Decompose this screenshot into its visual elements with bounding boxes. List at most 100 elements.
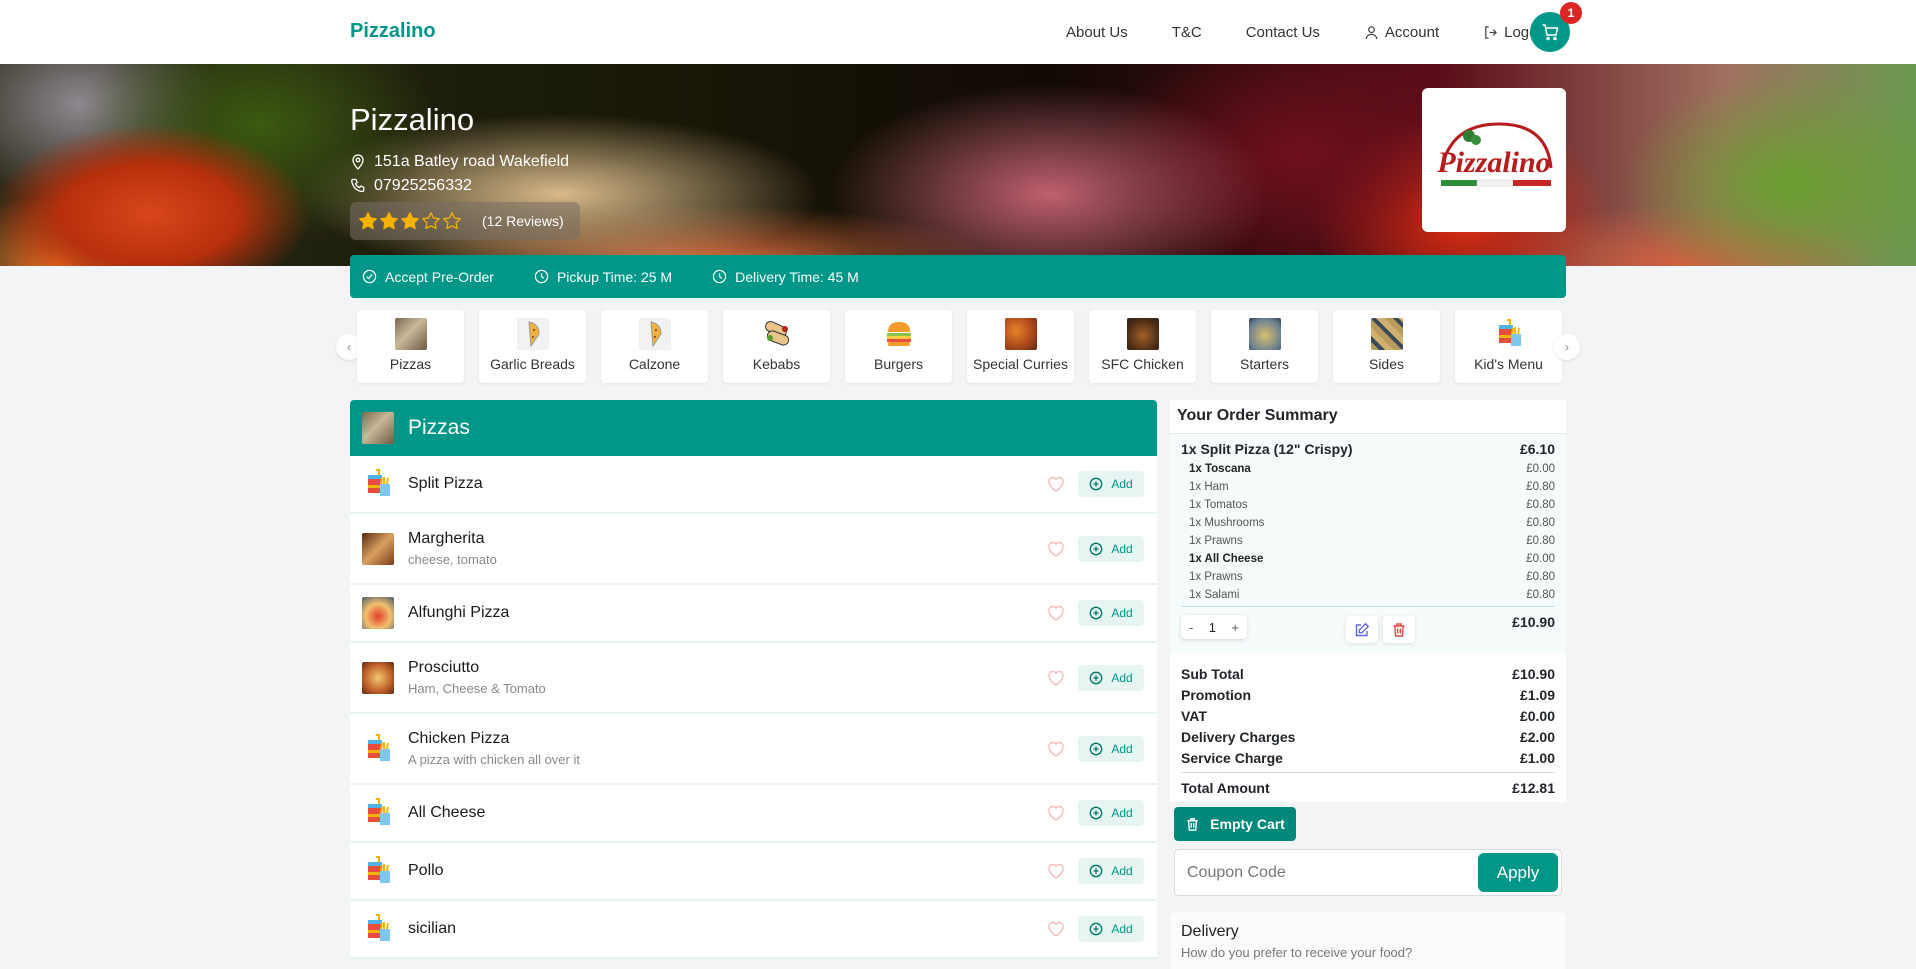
nav-account[interactable]: Account (1364, 24, 1439, 41)
total-row-vat: VAT £0.00 (1181, 705, 1555, 726)
category-garlic-breads[interactable]: Garlic Breads (479, 310, 586, 383)
add-to-cart-button[interactable]: Add (1078, 535, 1144, 562)
add-to-cart-button[interactable]: Add (1078, 916, 1144, 942)
menu-item-actions: Add (1046, 535, 1144, 562)
total-row-promotion: Promotion £1.09 (1181, 684, 1555, 705)
quantity-value: 1 (1208, 619, 1216, 635)
favorite-heart-icon[interactable] (1046, 603, 1066, 623)
category-pizzas[interactable]: Pizzas (357, 310, 464, 383)
user-icon (1365, 25, 1378, 39)
add-to-cart-button[interactable]: Add (1078, 600, 1144, 626)
category-calzone[interactable]: Calzone (601, 310, 708, 383)
delete-item-button[interactable] (1383, 616, 1415, 643)
option-price: £0.80 (1526, 517, 1555, 529)
category-sfc-chicken[interactable]: SFC Chicken (1089, 310, 1196, 383)
category-starters[interactable]: Starters (1211, 310, 1318, 383)
empty-cart-button[interactable]: Empty Cart (1174, 807, 1296, 841)
coupon-code-input[interactable] (1175, 863, 1475, 882)
menu-item[interactable]: Prosciutto Ham, Cheese & Tomato Add (350, 643, 1157, 714)
quantity-increase-button[interactable]: + (1231, 620, 1239, 635)
add-to-cart-button[interactable]: Add (1078, 800, 1144, 826)
cart-button[interactable]: 1 (1530, 2, 1582, 52)
total-row-sub-total: Sub Total £10.90 (1181, 663, 1555, 684)
add-to-cart-button[interactable]: Add (1078, 735, 1144, 762)
total-label: Total Amount (1181, 779, 1270, 796)
pre-order-label: Accept Pre-Order (385, 268, 494, 285)
category-label: Kid's Menu (1474, 356, 1543, 372)
category-special-curries[interactable]: Special Curries (967, 310, 1074, 383)
category-burgers[interactable]: Burgers (845, 310, 952, 383)
add-to-cart-button[interactable]: Add (1078, 664, 1144, 691)
reviews-count[interactable]: (12 Reviews) (482, 213, 564, 229)
menu-item-description: cheese, tomato (408, 552, 497, 567)
menu-item-actions: Add (1046, 800, 1144, 826)
kids-meal-icon (1493, 318, 1525, 350)
rating-box[interactable]: (12 Reviews) (350, 202, 580, 240)
cart-item-controls: - 1 + £10.90 (1181, 607, 1555, 647)
favorite-heart-icon[interactable] (1046, 919, 1066, 939)
nav-terms[interactable]: T&C (1172, 24, 1202, 41)
cart-item-header: 1x Split Pizza (12" Crispy) £6.10 (1181, 438, 1555, 460)
category-label: Garlic Breads (490, 356, 575, 372)
favorite-heart-icon[interactable] (1046, 668, 1066, 688)
star-rating (358, 211, 462, 231)
add-to-cart-button[interactable]: Add (1078, 471, 1144, 497)
cart-item-option: 1x Toscana £0.00 (1181, 460, 1555, 478)
total-value: £1.00 (1519, 749, 1555, 766)
favorite-heart-icon[interactable] (1046, 739, 1066, 759)
menu-item[interactable]: Split Pizza Add (350, 456, 1157, 514)
add-label: Add (1111, 864, 1133, 878)
category-kebabs[interactable]: Kebabs (723, 310, 830, 383)
favorite-heart-icon[interactable] (1046, 539, 1066, 559)
option-price: £0.80 (1526, 535, 1555, 547)
category-kid-s-menu[interactable]: Kid's Menu (1455, 310, 1562, 383)
menu-section: Pizzas Split Pizza Add Margherita cheese, t… (350, 400, 1157, 959)
option-label: 1x Ham (1189, 481, 1229, 493)
star-empty-icon (422, 212, 440, 230)
chevron-right-icon: › (1565, 340, 1569, 354)
menu-item[interactable]: Pollo Add (350, 843, 1157, 901)
menu-item[interactable]: Margherita cheese, tomato Add (350, 514, 1157, 585)
location-pin-icon (352, 154, 364, 170)
brand-logo-text[interactable]: Pizzalino (350, 20, 436, 43)
menu-item-thumbnail (362, 733, 394, 765)
menu-item-text: All Cheese (408, 804, 485, 822)
menu-item-thumbnail (362, 532, 394, 565)
category-sides[interactable]: Sides (1333, 310, 1440, 383)
menu-item[interactable]: All Cheese Add (350, 785, 1157, 843)
navbar: Pizzalino About Us T&C Contact Us Accoun… (0, 0, 1916, 64)
trash-icon (1187, 817, 1198, 831)
option-label: 1x Tomatos (1189, 499, 1248, 511)
clock-icon (712, 269, 727, 284)
option-price: £0.80 (1526, 589, 1555, 601)
menu-item[interactable]: sicilian Add (350, 901, 1157, 959)
quantity-decrease-button[interactable]: - (1189, 620, 1193, 635)
menu-item-thumbnail (362, 597, 394, 629)
favorite-heart-icon[interactable] (1046, 861, 1066, 881)
menu-item-actions: Add (1046, 735, 1144, 762)
phone-text[interactable]: 07925256332 (374, 177, 472, 195)
menu-item-name: Alfunghi Pizza (408, 604, 510, 621)
category-next-button[interactable]: › (1554, 334, 1580, 360)
total-value: £1.09 (1519, 686, 1555, 703)
add-to-cart-button[interactable]: Add (1078, 858, 1144, 884)
menu-item[interactable]: Chicken Pizza A pizza with chicken all ov… (350, 714, 1157, 785)
svg-text:Pizzalino: Pizzalino (1436, 146, 1550, 179)
apply-coupon-button[interactable]: Apply (1478, 853, 1558, 892)
menu-item-text: Alfunghi Pizza (408, 604, 509, 622)
edit-item-button[interactable] (1346, 616, 1378, 643)
nav-about-us[interactable]: About Us (1066, 24, 1128, 41)
delivery-title: Delivery (1181, 923, 1239, 940)
trash-icon (1393, 622, 1405, 637)
menu-item-actions: Add (1046, 471, 1144, 497)
add-label: Add (1111, 670, 1133, 685)
favorite-heart-icon[interactable] (1046, 474, 1066, 494)
pizza-image-icon (394, 318, 427, 350)
cart-item-name: 1x Split Pizza (12" Crispy) (1181, 441, 1353, 457)
nav-contact-us[interactable]: Contact Us (1246, 24, 1320, 41)
restaurant-phone: 07925256332 (350, 174, 580, 198)
add-label: Add (1111, 541, 1133, 556)
menu-item[interactable]: Alfunghi Pizza Add (350, 585, 1157, 643)
menu-item-name: Prosciutto (408, 659, 480, 676)
favorite-heart-icon[interactable] (1046, 803, 1066, 823)
